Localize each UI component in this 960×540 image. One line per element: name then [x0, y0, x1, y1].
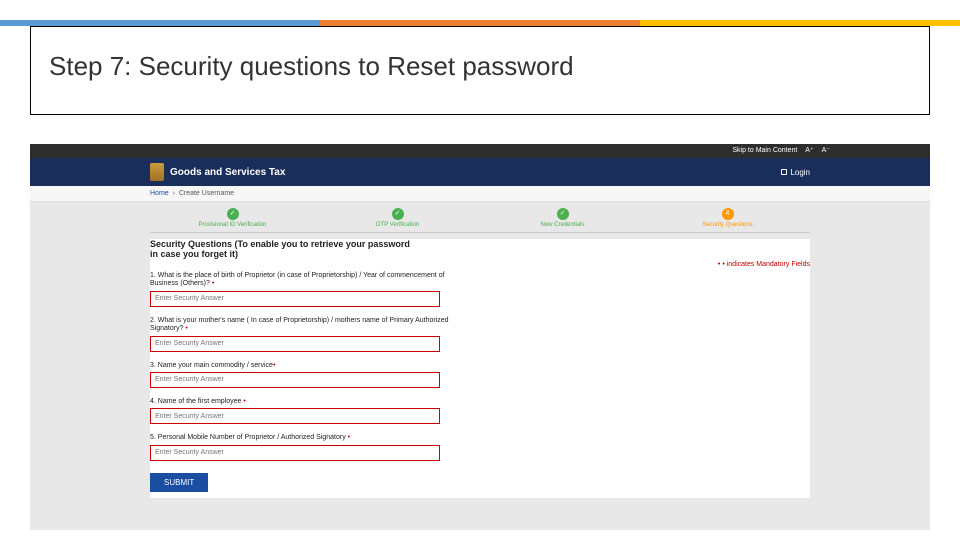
- star-icon: •: [212, 280, 214, 287]
- slide-title: Step 7: Security questions to Reset pass…: [49, 51, 911, 82]
- star-icon: •: [185, 325, 187, 332]
- breadcrumb: Home › Create Username: [30, 186, 930, 202]
- embedded-screenshot: Skip to Main Content A⁺ A⁻ Goods and Ser…: [30, 144, 930, 530]
- slide-title-box: Step 7: Security questions to Reset pass…: [30, 26, 930, 115]
- step-security: 4 Security Questions: [645, 208, 810, 228]
- active-step-icon: 4: [722, 208, 734, 220]
- question-block-3: 3. Name your main commodity / service•: [150, 362, 810, 394]
- step-label: OTP Verification: [315, 222, 480, 228]
- slide-root: Step 7: Security questions to Reset pass…: [0, 0, 960, 540]
- form-heading: Security Questions (To enable you to ret…: [150, 239, 420, 259]
- check-icon: [557, 208, 569, 220]
- skip-link[interactable]: Skip to Main Content: [732, 147, 797, 154]
- question-block-4: 4. Name of the first employee •: [150, 398, 810, 430]
- font-decrease[interactable]: A⁻: [822, 147, 830, 154]
- question-block-5: 5. Personal Mobile Number of Proprietor …: [150, 434, 810, 466]
- check-icon: [392, 208, 404, 220]
- step-label: Provisional ID Verification: [150, 222, 315, 228]
- progress-steps: Provisional ID Verification OTP Verifica…: [150, 208, 810, 233]
- login-icon: [781, 169, 787, 175]
- utility-bar: Skip to Main Content A⁺ A⁻: [30, 144, 930, 158]
- answer-input-5[interactable]: [150, 445, 440, 461]
- question-2: 2. What is your mother's name ( In case …: [150, 317, 450, 334]
- site-brand: Goods and Services Tax: [170, 167, 285, 178]
- submit-button[interactable]: SUBMIT: [150, 473, 208, 492]
- star-icon: •: [718, 261, 720, 268]
- mandatory-text: • indicates Mandatory Fields: [722, 261, 810, 268]
- answer-input-1[interactable]: [150, 291, 440, 307]
- site-header: Goods and Services Tax Login: [30, 158, 930, 186]
- step-provisional: Provisional ID Verification: [150, 208, 315, 228]
- answer-input-3[interactable]: [150, 372, 440, 388]
- login-link[interactable]: Login: [781, 168, 810, 177]
- star-icon: •: [243, 398, 245, 405]
- question-3: 3. Name your main commodity / service•: [150, 362, 450, 370]
- content-area: Provisional ID Verification OTP Verifica…: [30, 202, 930, 498]
- question-block-2: 2. What is your mother's name ( In case …: [150, 317, 810, 358]
- step-otp: OTP Verification: [315, 208, 480, 228]
- step-label: New Credentials: [480, 222, 645, 228]
- question-5: 5. Personal Mobile Number of Proprietor …: [150, 434, 450, 442]
- font-increase[interactable]: A⁺: [805, 147, 813, 154]
- step-label: Security Questions: [645, 222, 810, 228]
- star-icon: •: [348, 434, 350, 441]
- security-form: Security Questions (To enable you to ret…: [150, 239, 810, 498]
- check-icon: [227, 208, 239, 220]
- question-4: 4. Name of the first employee •: [150, 398, 450, 406]
- breadcrumb-current: Create Username: [179, 190, 234, 197]
- breadcrumb-home[interactable]: Home: [150, 190, 169, 197]
- answer-input-4[interactable]: [150, 408, 440, 424]
- mandatory-hint: • • indicates Mandatory Fields: [150, 261, 810, 268]
- login-label: Login: [790, 168, 810, 177]
- step-credentials: New Credentials: [480, 208, 645, 228]
- question-block-1: 1. What is the place of birth of Proprie…: [150, 272, 810, 313]
- star-icon: •: [273, 362, 275, 369]
- emblem-icon: [150, 163, 164, 181]
- answer-input-2[interactable]: [150, 336, 440, 352]
- question-1: 1. What is the place of birth of Proprie…: [150, 272, 450, 289]
